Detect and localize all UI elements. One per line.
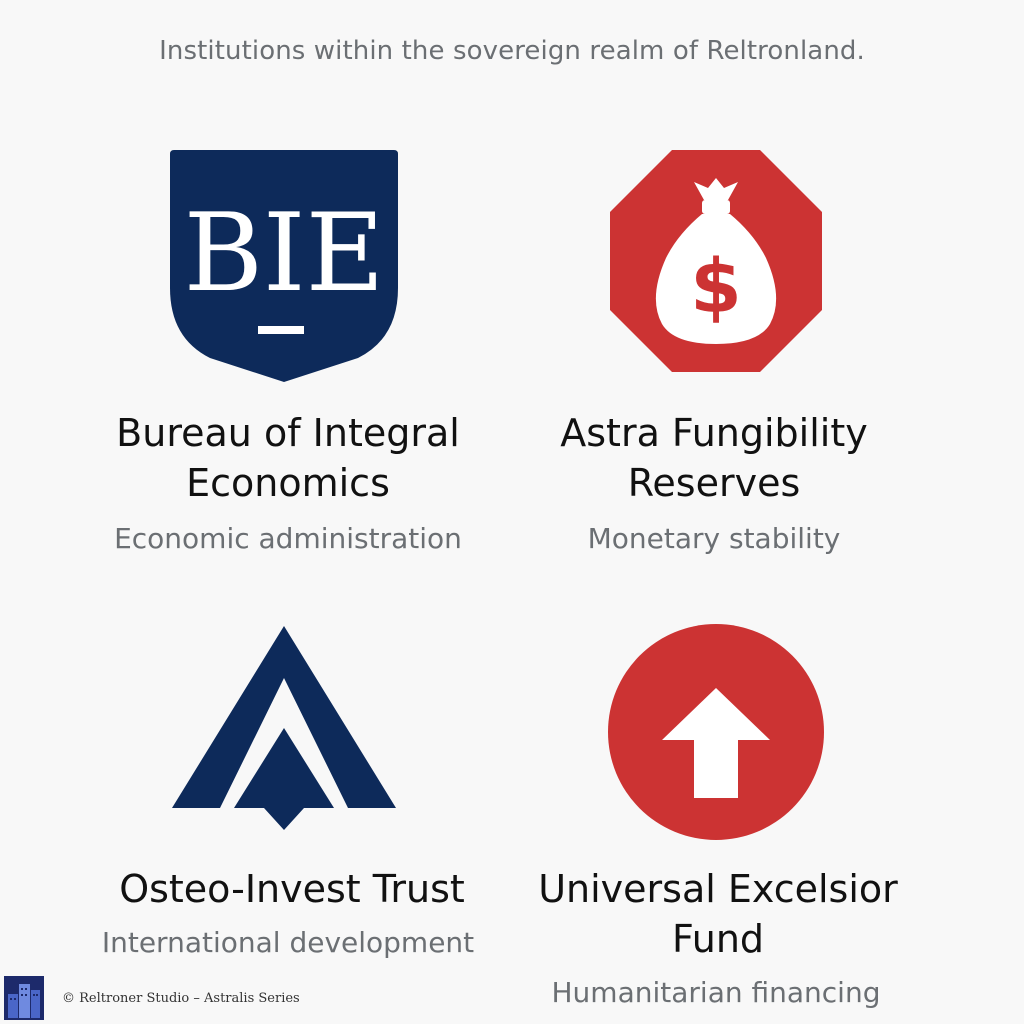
institution-description-oit: International development	[101, 926, 475, 959]
institution-name-oit: Osteo-Invest Trust	[119, 867, 465, 911]
footer-credit: © Reltroner Studio – Astralis Series	[62, 990, 300, 1006]
institution-name-uef: Universal Excelsior Fund	[538, 867, 898, 961]
institution-description-afr: Monetary stability	[587, 522, 841, 555]
page: Institutions within the sovereign realm …	[0, 0, 1024, 1024]
city-buildings-icon	[4, 976, 44, 1020]
footer: © Reltroner Studio – Astralis Series	[4, 976, 300, 1020]
chevron-up-icon	[170, 624, 398, 834]
shield-logo-text: BIE	[184, 191, 385, 316]
header-caption: Institutions within the sovereign realm …	[159, 36, 865, 66]
institution-name-bie: Bureau of Integral Economics	[116, 411, 460, 505]
arrow-up-icon	[606, 622, 826, 842]
shield-icon: BIE	[168, 148, 400, 384]
institution-name-afr: Astra Fungibility Reserves	[560, 411, 868, 505]
dollar-sign-icon: $	[690, 244, 742, 330]
institution-description-uef: Humanitarian financing	[551, 976, 881, 1009]
money-bag-icon: $	[608, 148, 824, 374]
institution-description-bie: Economic administration	[114, 522, 462, 555]
